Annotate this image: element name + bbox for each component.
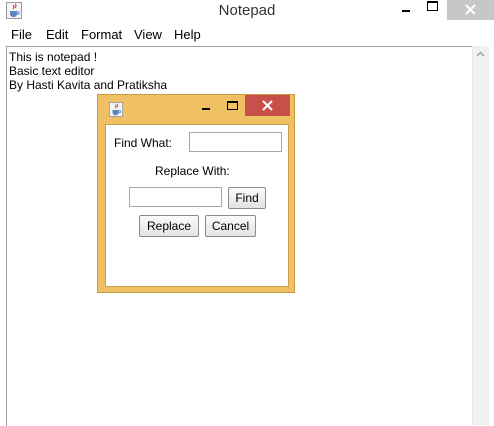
cancel-button[interactable]: Cancel	[205, 215, 256, 237]
close-icon	[262, 100, 273, 111]
replace-label: Replace With:	[155, 164, 230, 178]
replace-button[interactable]: Replace	[139, 215, 199, 237]
maximize-button[interactable]	[422, 0, 442, 20]
menu-view[interactable]: View	[134, 27, 162, 42]
dialog-minimize-button[interactable]	[202, 108, 210, 110]
text-line: By Hasti Kavita and Pratiksha	[9, 78, 168, 92]
menu-format[interactable]: Format	[81, 27, 122, 42]
maximize-icon	[427, 1, 438, 11]
dialog-content: Find What: Replace With: Find Replace Ca…	[105, 124, 289, 287]
title-bar[interactable]: Notepad	[0, 0, 494, 23]
menu-edit[interactable]: Edit	[46, 27, 68, 42]
chevron-up-icon[interactable]	[476, 51, 485, 57]
minimize-icon	[402, 10, 410, 12]
replace-input[interactable]	[129, 187, 222, 207]
minimize-button[interactable]	[396, 0, 416, 20]
close-icon	[465, 4, 476, 15]
menu-help[interactable]: Help	[174, 27, 201, 42]
java-cup-icon	[109, 102, 123, 117]
text-line: Basic text editor	[9, 64, 95, 78]
close-button[interactable]	[447, 0, 494, 20]
find-replace-dialog: Find What: Replace With: Find Replace Ca…	[97, 94, 295, 293]
text-line: This is notepad !	[9, 50, 98, 64]
dialog-close-button[interactable]	[245, 95, 290, 116]
window-title: Notepad	[218, 2, 276, 19]
find-button[interactable]: Find	[228, 187, 266, 209]
find-label: Find What:	[114, 136, 173, 150]
dialog-maximize-button[interactable]	[227, 101, 238, 110]
menu-file[interactable]: File	[11, 27, 32, 42]
menu-bar: File Edit Format View Help	[0, 23, 494, 44]
vertical-scrollbar[interactable]	[472, 46, 489, 425]
notepad-window: Notepad File Edit Format View Help This …	[0, 0, 494, 426]
find-input[interactable]	[189, 132, 282, 152]
